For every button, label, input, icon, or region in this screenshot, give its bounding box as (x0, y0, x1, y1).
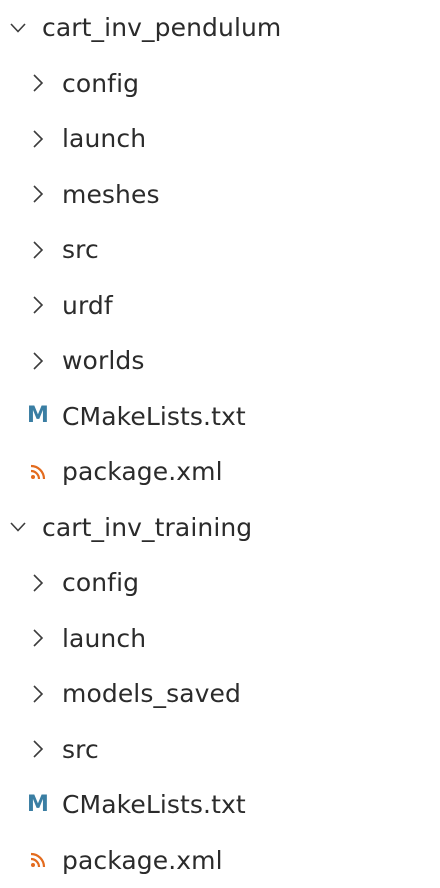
tree-file-package-xml[interactable]: package.xml (0, 833, 440, 888)
folder-label: cart_inv_pendulum (42, 15, 281, 40)
folder-label: models_saved (62, 681, 241, 706)
tree-folder-launch[interactable]: launch (0, 111, 440, 167)
file-label: package.xml (62, 459, 223, 484)
tree-folder-models-saved[interactable]: models_saved (0, 666, 440, 722)
chevron-right-icon[interactable] (26, 682, 50, 706)
chevron-right-icon[interactable] (26, 182, 50, 206)
folder-label: urdf (62, 293, 113, 318)
folder-label: meshes (62, 182, 160, 207)
folder-label: config (62, 570, 139, 595)
cmake-m-icon: M (26, 405, 50, 427)
folder-label: config (62, 71, 139, 96)
tree-folder-cart-inv-training[interactable]: cart_inv_training (0, 500, 440, 556)
chevron-right-icon[interactable] (26, 737, 50, 761)
chevron-right-icon[interactable] (26, 571, 50, 595)
chevron-down-icon[interactable] (6, 16, 30, 40)
tree-file-package-xml[interactable]: package.xml (0, 444, 440, 500)
rss-feed-icon (26, 464, 50, 480)
file-explorer-tree: cart_inv_pendulum config launch meshes s… (0, 0, 440, 872)
chevron-right-icon[interactable] (26, 71, 50, 95)
file-label: CMakeLists.txt (62, 404, 246, 429)
chevron-down-icon[interactable] (6, 515, 30, 539)
folder-label: src (62, 737, 99, 762)
chevron-right-icon[interactable] (26, 238, 50, 262)
tree-file-cmakelists[interactable]: M CMakeLists.txt (0, 389, 440, 445)
tree-folder-worlds[interactable]: worlds (0, 333, 440, 389)
folder-label: launch (62, 626, 146, 651)
tree-folder-src[interactable]: src (0, 722, 440, 778)
folder-label: launch (62, 126, 146, 151)
folder-label: src (62, 237, 99, 262)
chevron-right-icon[interactable] (26, 127, 50, 151)
tree-folder-config[interactable]: config (0, 555, 440, 611)
cmake-m-icon: M (26, 794, 50, 816)
folder-label: worlds (62, 348, 144, 373)
tree-folder-src[interactable]: src (0, 222, 440, 278)
chevron-right-icon[interactable] (26, 293, 50, 317)
file-label: package.xml (62, 848, 223, 873)
chevron-right-icon[interactable] (26, 349, 50, 373)
rss-feed-icon (26, 852, 50, 868)
tree-folder-urdf[interactable]: urdf (0, 278, 440, 334)
tree-folder-meshes[interactable]: meshes (0, 167, 440, 223)
tree-folder-cart-inv-pendulum[interactable]: cart_inv_pendulum (0, 0, 440, 56)
tree-folder-launch[interactable]: launch (0, 611, 440, 667)
folder-label: cart_inv_training (42, 515, 252, 540)
chevron-right-icon[interactable] (26, 626, 50, 650)
file-label: CMakeLists.txt (62, 792, 246, 817)
tree-file-cmakelists[interactable]: M CMakeLists.txt (0, 777, 440, 833)
tree-folder-config[interactable]: config (0, 56, 440, 112)
